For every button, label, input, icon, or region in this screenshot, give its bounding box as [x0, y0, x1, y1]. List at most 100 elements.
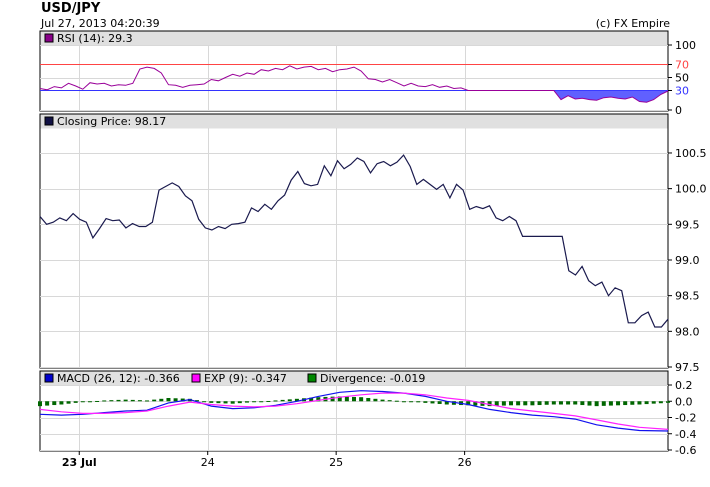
divergence-bar	[130, 399, 135, 402]
divergence-bar	[537, 401, 542, 406]
divergence-bar	[530, 401, 535, 406]
divergence-bar	[252, 401, 257, 403]
divergence-bar	[416, 401, 421, 403]
divergence-bar	[558, 401, 563, 405]
divergence-bar	[437, 401, 442, 404]
macd-legend-swatch	[44, 373, 54, 383]
divergence-bar	[259, 401, 264, 403]
divergence-bar	[116, 399, 121, 402]
divergence-bar	[601, 401, 606, 406]
macd-ytick-label: 0.2	[675, 379, 693, 392]
divergence-bar	[516, 401, 521, 406]
divergence-bar	[152, 399, 157, 402]
x-axis-label: 23 Jul	[62, 456, 97, 469]
divergence-bar	[366, 398, 371, 402]
divergence-bar	[280, 399, 285, 402]
rsi-ytick-label: 50	[675, 72, 689, 85]
divergence-bar	[373, 398, 378, 402]
divergence-bar	[102, 400, 107, 402]
divergence-bar	[616, 401, 621, 406]
price-panel-frame	[39, 113, 669, 369]
divergence-bar	[658, 401, 663, 404]
divergence-bar	[594, 401, 599, 407]
divergence-bar	[352, 396, 356, 402]
divergence-bar	[287, 399, 292, 402]
x-axis-label: 26	[458, 456, 472, 469]
divergence-bar	[401, 401, 406, 403]
divergence-bar	[608, 401, 613, 406]
divergence-bar	[45, 401, 50, 406]
divergence-bar	[73, 401, 78, 403]
divergence-bar	[509, 401, 513, 406]
divergence-bar	[651, 401, 656, 404]
divergence-bar	[202, 401, 207, 403]
rsi-legend-label: RSI (14): 29.3	[57, 32, 133, 45]
divergence-bar	[223, 401, 228, 404]
divergence-bar	[630, 401, 635, 405]
x-axis-label: 24	[201, 456, 215, 469]
divergence-bar	[359, 397, 364, 402]
rsi-legend-band	[40, 31, 668, 46]
chart-canvas: 100 705030 0 RSI (14): 29.3 100.5 100.0 99.5 99…	[38, 30, 707, 469]
rsi-ytick-label: 0	[675, 104, 682, 117]
divergence-bar	[566, 401, 571, 405]
divergence-bar	[587, 401, 592, 406]
divergence-bar	[623, 401, 628, 406]
divergence-bar	[173, 398, 178, 402]
rsi-ytick-label: 100	[675, 39, 696, 52]
rsi-legend-swatch	[44, 33, 54, 43]
divergence-bar	[145, 400, 150, 402]
divergence-bar	[580, 401, 585, 406]
divergence-bar	[409, 401, 414, 403]
divergence-legend-swatch	[307, 373, 317, 383]
price-ytick-label: 100.0	[675, 183, 707, 196]
price-ytick-label: 99.5	[675, 218, 700, 231]
divergence-bar	[87, 401, 92, 403]
divergence-bar	[230, 401, 235, 404]
macd-legend-label: MACD (26, 12): -0.366	[57, 372, 180, 385]
divergence-bar	[573, 401, 578, 405]
divergence-bar	[544, 401, 549, 405]
macd-ytick-label: -0.4	[675, 428, 696, 441]
divergence-bar	[523, 401, 528, 406]
macd-ytick-label: -0.6	[675, 444, 696, 457]
divergence-bar	[216, 401, 221, 404]
price-legend-swatch	[44, 116, 54, 126]
divergence-bar	[52, 401, 57, 406]
divergence-bar	[666, 401, 670, 403]
divergence-bar	[344, 396, 349, 402]
divergence-bar	[59, 401, 64, 405]
exp-legend-label: EXP (9): -0.347	[204, 372, 287, 385]
divergence-bar	[159, 398, 164, 402]
price-ytick-label: 98.5	[675, 290, 700, 303]
divergence-bar	[66, 401, 71, 404]
divergence-bar	[394, 400, 399, 402]
x-axis-label: 25	[329, 456, 343, 469]
rsi-ytick-label: 30	[675, 85, 689, 98]
price-ytick-label: 99.0	[675, 254, 700, 267]
divergence-bar	[109, 400, 114, 402]
price-ytick-label: 100.5	[675, 147, 707, 160]
divergence-bar	[501, 401, 506, 406]
divergence-bar	[137, 400, 142, 402]
divergence-bar	[423, 401, 428, 403]
divergence-bar	[387, 400, 392, 402]
price-ytick-label: 98.0	[675, 325, 700, 338]
divergence-bar	[644, 401, 649, 405]
divergence-bar	[209, 401, 214, 403]
divergence-bar	[237, 401, 242, 404]
exp-legend-swatch	[191, 373, 201, 383]
divergence-bar	[80, 401, 85, 403]
divergence-bar	[266, 400, 271, 402]
divergence-bar	[551, 401, 556, 405]
rsi-ytick-label: 70	[675, 59, 689, 72]
divergence-legend-label: Divergence: -0.019	[320, 372, 425, 385]
macd-ytick-label: 0.0	[675, 395, 693, 408]
price-ytick-label: 97.5	[675, 361, 700, 374]
divergence-bar	[244, 401, 249, 403]
divergence-bar	[380, 399, 385, 402]
divergence-bar	[430, 401, 435, 404]
macd-ytick-label: -0.2	[675, 412, 696, 425]
divergence-bar	[95, 400, 100, 402]
divergence-bar	[637, 401, 642, 405]
